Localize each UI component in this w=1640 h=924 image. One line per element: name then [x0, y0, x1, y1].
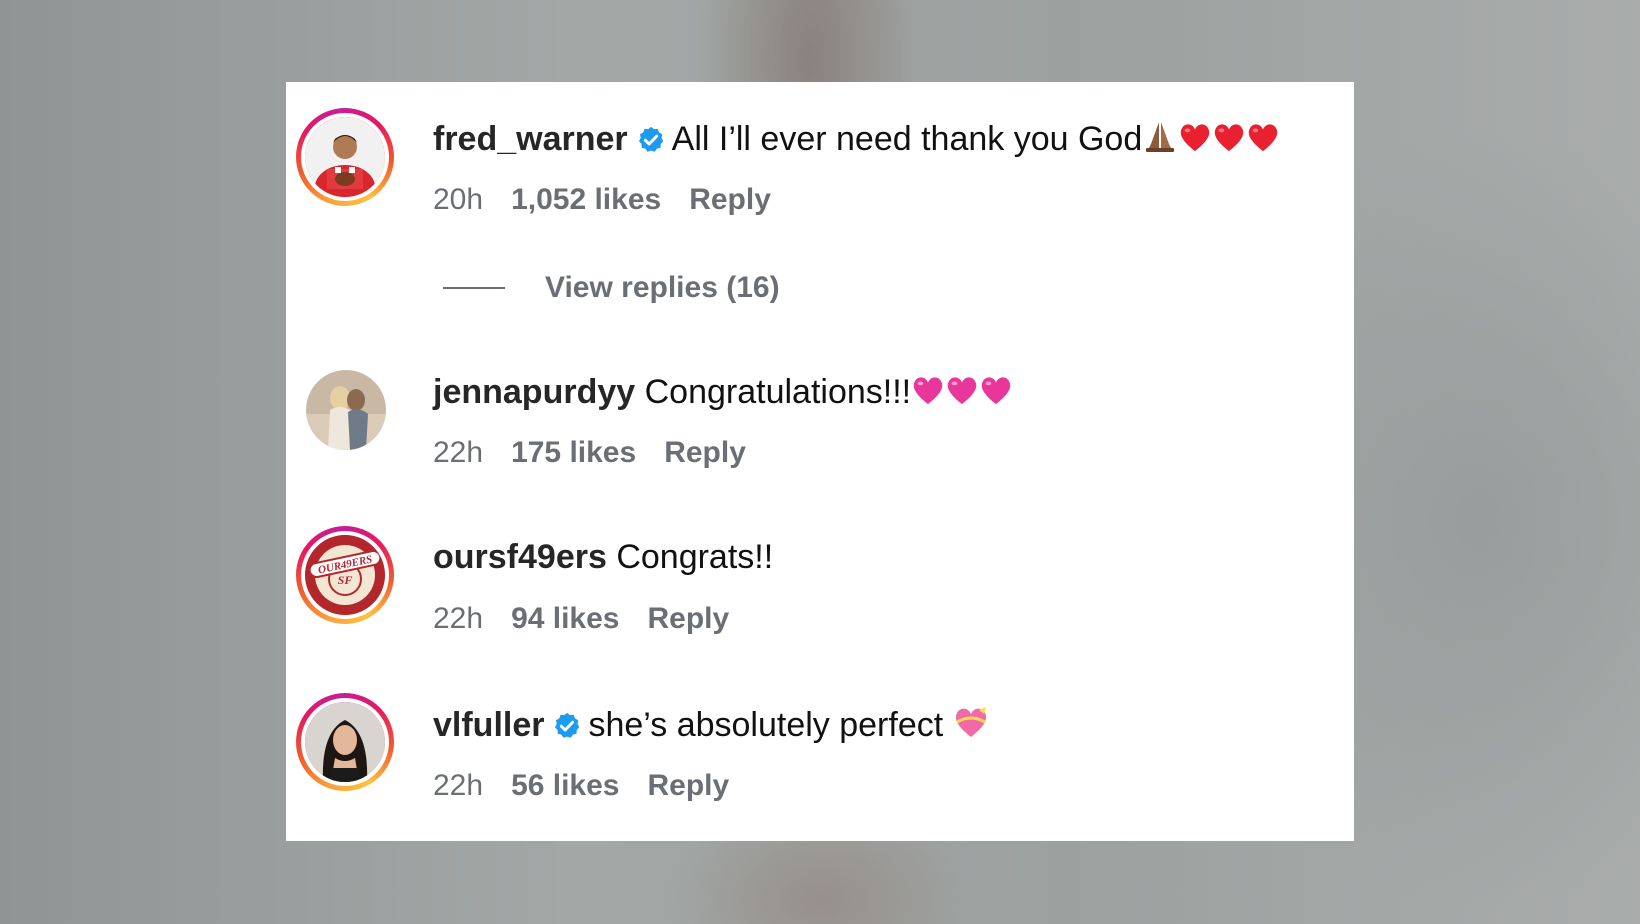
comment-meta: 20h 1,052 likes Reply: [433, 182, 799, 218]
comment-text-line: vlfuller she’s absolutely perfect: [433, 704, 989, 745]
view-replies-divider: [443, 287, 505, 289]
praying-hands-emoji: [1146, 122, 1175, 152]
username-link[interactable]: jennapurdyy: [433, 373, 635, 411]
portrait-avatar-image: [305, 702, 385, 782]
likes-count-button[interactable]: 94 likes: [511, 601, 619, 637]
reply-button[interactable]: Reply: [648, 601, 730, 637]
red-heart-emoji: [1215, 124, 1244, 152]
avatar-vlfuller[interactable]: [296, 693, 394, 791]
username-link[interactable]: fred_warner: [433, 120, 628, 158]
pink-heart-emoji: [913, 377, 943, 405]
likes-count-button[interactable]: 56 likes: [511, 768, 619, 804]
view-replies-button[interactable]: View replies (16): [443, 268, 780, 308]
heart-with-ribbon-emoji: [955, 707, 986, 737]
comment-timestamp: 22h: [433, 602, 484, 635]
username-link[interactable]: vlfuller: [433, 706, 544, 744]
red-heart-emoji: [1181, 124, 1210, 152]
avatar-fred-warner[interactable]: [296, 108, 394, 206]
likes-count-button[interactable]: 1,052 likes: [511, 182, 661, 218]
comment-meta: 22h 56 likes Reply: [433, 768, 757, 804]
player-avatar-image: [305, 117, 385, 197]
comment-message: Congratulations!!!: [644, 373, 912, 411]
comment-message: she’s absolutely perfect: [588, 706, 944, 744]
likes-count-button[interactable]: 175 likes: [511, 435, 636, 471]
username-link[interactable]: oursf49ers: [433, 538, 607, 576]
svg-text:SF: SF: [338, 573, 353, 587]
red-heart-emoji: [1249, 124, 1278, 152]
avatar-jennapurdyy[interactable]: [306, 370, 386, 450]
verified-badge-icon: [555, 712, 580, 738]
comment-text-line: jennapurdyy Congratulations!!!: [433, 372, 1013, 412]
reply-button[interactable]: Reply: [648, 768, 730, 804]
comment-text-line: fred_warner All I’ll ever need thank you …: [433, 118, 1280, 159]
comment-meta: 22h 94 likes Reply: [433, 601, 757, 637]
comments-panel: fred_warner All I’ll ever need thank you …: [286, 82, 1354, 841]
comment-message: Congrats!!: [616, 538, 774, 576]
view-replies-label: View replies (16): [545, 271, 780, 304]
couple-photo-avatar: [306, 370, 386, 450]
comment-timestamp: 20h: [433, 183, 484, 216]
comment-meta: 22h 175 likes Reply: [433, 435, 774, 471]
verified-badge-icon: [638, 126, 663, 152]
reply-button[interactable]: Reply: [664, 435, 746, 471]
comment-text-line: oursf49ers Congrats!!: [433, 537, 773, 577]
reply-button[interactable]: Reply: [689, 182, 771, 218]
pink-heart-emoji: [981, 377, 1011, 405]
comment-message: All I’ll ever need thank you God: [671, 120, 1143, 158]
pink-heart-emoji: [947, 377, 977, 405]
comment-timestamp: 22h: [433, 436, 484, 469]
comment-timestamp: 22h: [433, 769, 484, 802]
oursf49ers-logo-avatar: SF OUR49ERS: [305, 535, 385, 615]
avatar-oursf49ers[interactable]: SF OUR49ERS: [296, 526, 394, 624]
